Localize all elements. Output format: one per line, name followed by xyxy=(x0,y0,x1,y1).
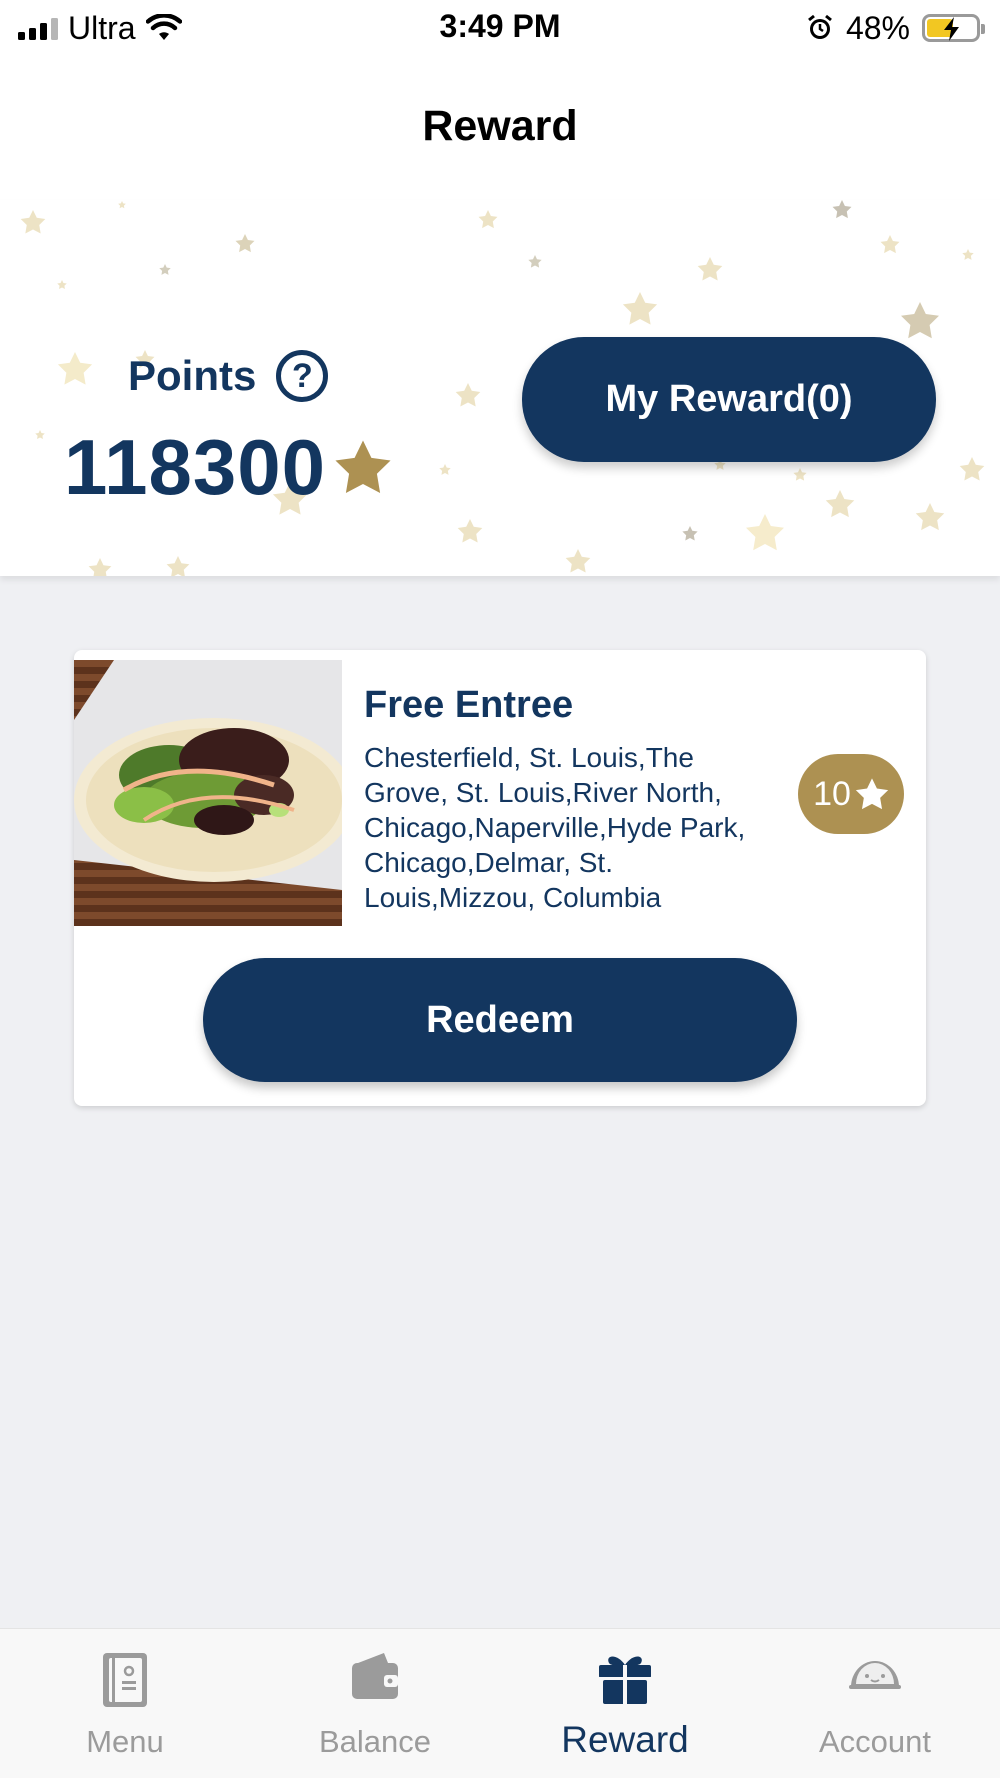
nav-header: Reward xyxy=(0,58,1000,200)
my-reward-button[interactable]: My Reward(0) xyxy=(522,337,936,462)
star-icon xyxy=(335,439,391,493)
tab-account[interactable]: Account xyxy=(750,1629,1000,1778)
alarm-icon xyxy=(808,14,832,39)
reward-title: Free Entree xyxy=(364,684,574,726)
tab-balance[interactable]: Balance xyxy=(250,1629,500,1778)
battery-percent: 48% xyxy=(845,9,910,46)
tab-menu[interactable]: Menu xyxy=(0,1629,250,1778)
help-icon[interactable]: ? xyxy=(276,350,329,402)
cost-badge: 10 xyxy=(798,754,904,834)
reward-image xyxy=(74,660,342,926)
points-value-row: 118300 xyxy=(64,422,392,513)
status-bar: Ultra 3:49 PM 48% xyxy=(0,0,1000,58)
star-icon xyxy=(855,777,889,809)
tab-bar: Menu Balance Reward Account xyxy=(0,1628,1000,1778)
taco-icon xyxy=(750,1651,1000,1695)
tab-label: Reward xyxy=(561,1719,689,1760)
battery-charging-icon xyxy=(922,14,985,42)
cost-value: 10 xyxy=(813,774,851,813)
tab-label: Balance xyxy=(318,1724,432,1759)
reward-description: Chesterfield, St. Louis,The Grove, St. L… xyxy=(364,742,746,913)
reward-card[interactable]: Free Entree Chesterfield, St. Louis,The … xyxy=(74,650,926,1106)
redeem-button[interactable]: Redeem xyxy=(203,958,797,1082)
wallet-icon xyxy=(250,1651,500,1703)
points-value: 118300 xyxy=(64,423,326,511)
points-label: Points xyxy=(128,352,257,399)
points-banner: Points ? 118300 My Reward(0) xyxy=(0,200,1000,576)
menu-book-icon xyxy=(0,1651,250,1709)
page-title: Reward xyxy=(422,102,578,150)
points-label-row: Points ? xyxy=(128,350,329,402)
tab-reward[interactable]: Reward xyxy=(500,1629,750,1778)
tab-label: Account xyxy=(818,1724,931,1759)
tab-label: Menu xyxy=(86,1724,164,1759)
status-right: 48% xyxy=(806,8,985,48)
gift-icon xyxy=(500,1651,750,1705)
